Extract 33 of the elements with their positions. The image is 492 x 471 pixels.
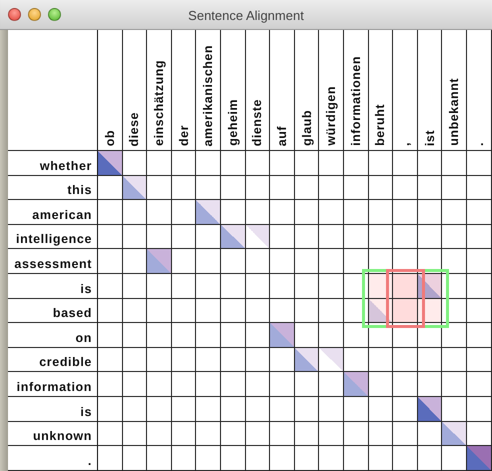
zoom-button[interactable] <box>48 8 61 21</box>
column-word: glaub <box>300 110 314 146</box>
column-word: unbekannt <box>447 78 462 146</box>
row-word: assessment <box>14 256 92 271</box>
column-word: der <box>176 125 191 146</box>
close-button[interactable] <box>8 8 21 21</box>
row-word: information <box>16 380 92 394</box>
column-word: beruht <box>373 104 388 146</box>
row-word: whether <box>40 158 92 173</box>
row-word: unknown <box>32 429 92 444</box>
column-word: einschätzung <box>152 60 166 146</box>
column-word: . <box>472 142 486 146</box>
window-title: Sentence Alignment <box>188 8 304 23</box>
row-word: is <box>80 404 92 419</box>
column-word: geheim <box>226 99 240 146</box>
column-word: ist <box>422 130 437 146</box>
row-word: american <box>32 208 92 222</box>
row-word: is <box>80 282 92 296</box>
row-word: on <box>76 330 92 345</box>
column-word: auf <box>274 126 289 146</box>
column-word: amerikanischen <box>201 44 216 146</box>
row-word: intelligence <box>16 232 92 246</box>
row-word: . <box>88 454 92 468</box>
column-word: , <box>398 142 412 146</box>
column-word: informationen <box>348 56 363 146</box>
minimize-button[interactable] <box>28 8 41 21</box>
row-word: credible <box>39 355 92 370</box>
column-word: diese <box>127 112 142 146</box>
column-word: dienste <box>250 98 264 146</box>
row-word: based <box>52 306 92 320</box>
row-word: this <box>67 183 92 198</box>
column-word: würdigen <box>324 86 338 146</box>
column-word: ob <box>102 130 117 146</box>
